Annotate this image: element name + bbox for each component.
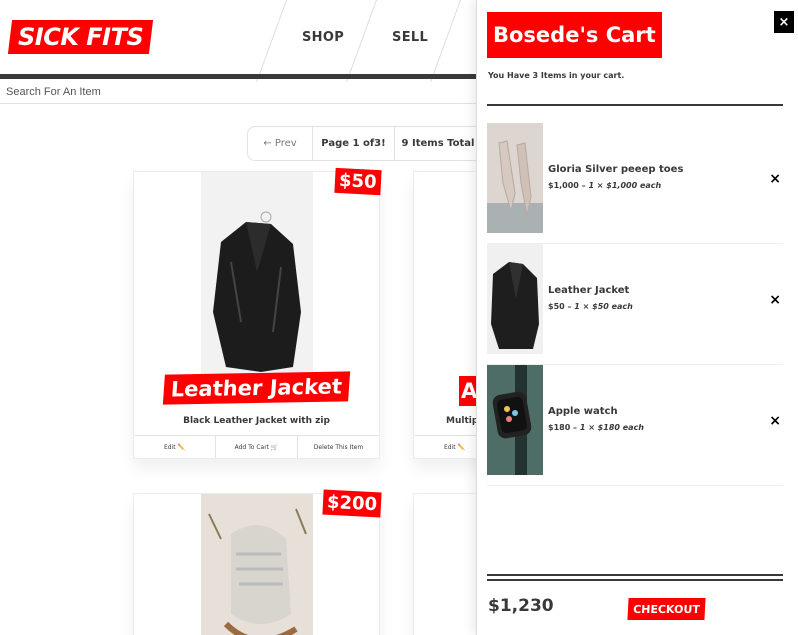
divider xyxy=(487,579,783,581)
remove-item-button[interactable]: × xyxy=(769,292,781,308)
prev-page-link[interactable]: ← Prev xyxy=(248,127,313,160)
divider xyxy=(487,574,783,576)
cart-item-image xyxy=(487,365,543,475)
delete-button[interactable]: Delete This Item xyxy=(298,436,379,458)
cart-title: Bosede's Cart xyxy=(487,12,662,58)
add-to-cart-button[interactable]: Add To Cart 🛒 xyxy=(216,436,298,458)
cart-item-price-value: $180 xyxy=(548,423,571,432)
cart-panel: Bosede's Cart × You Have 3 Items in your… xyxy=(476,0,798,635)
product-image[interactable] xyxy=(201,494,313,635)
product-actions: Edit ✏️ Add To Cart 🛒 Delete This Item xyxy=(134,435,379,458)
cart-item-price: $1,000 – 1 × $1,000 each xyxy=(548,181,662,190)
cart-item-price-value: $1,000 xyxy=(548,181,579,190)
cart-item-price-value: $50 xyxy=(548,302,565,311)
price-tag: $200 xyxy=(322,489,382,518)
cart-item-price-detail: 1 × $1,000 each xyxy=(588,181,662,190)
cart-item-price-detail: 1 × $50 each xyxy=(574,302,633,311)
cart-item-name: Leather Jacket xyxy=(548,285,630,296)
cart-item-count: You Have 3 Items in your cart. xyxy=(488,71,625,80)
logo[interactable]: SICK FITS xyxy=(7,20,154,54)
cart-item-image xyxy=(487,244,543,354)
checkout-button[interactable]: CHECKOUT xyxy=(627,598,706,620)
page: SICK FITS SHOP SELL ORDERS Search For An… xyxy=(0,0,798,635)
cart-item-price: $180 – 1 × $180 each xyxy=(548,423,644,432)
product-title-text: Leather Jacket xyxy=(162,371,351,405)
cart-item-name: Gloria Silver peeep toes xyxy=(548,164,684,175)
cart-item-price-detail: 1 × $180 each xyxy=(579,423,644,432)
close-icon[interactable]: × xyxy=(774,11,794,33)
product-description: Multip xyxy=(446,416,479,426)
nav-item-sell[interactable]: SELL xyxy=(368,0,452,74)
product-description: Black Leather Jacket with zip xyxy=(183,416,330,426)
remove-item-button[interactable]: × xyxy=(769,171,781,187)
cart-total: $1,230 xyxy=(488,596,554,616)
cart-item-name: Apple watch xyxy=(548,406,618,417)
cart-item-image xyxy=(487,123,543,233)
cart-item: Apple watch $180 – 1 × $180 each × xyxy=(487,365,783,486)
logo-text: SICK FITS xyxy=(18,23,144,51)
product-image[interactable] xyxy=(201,172,313,377)
items-total: 9 Items Total xyxy=(401,138,475,149)
cart-item: Leather Jacket $50 – 1 × $50 each × xyxy=(487,244,783,365)
remove-item-button[interactable]: × xyxy=(769,413,781,429)
page-indicator: Page 1 of3! xyxy=(313,127,395,160)
cart-item-price: $50 – 1 × $50 each xyxy=(548,302,633,311)
product-title[interactable]: Leather Jacket xyxy=(134,371,379,405)
divider xyxy=(487,104,783,106)
nav-item-shop[interactable]: SHOP xyxy=(278,0,368,74)
product-card: $200 xyxy=(133,489,382,635)
pagination: ← Prev Page 1 of3! 9 Items Total xyxy=(247,126,482,161)
price-tag: $50 xyxy=(334,167,382,196)
product-card: $50 Leather Jacket Black Leather Jacket … xyxy=(133,167,382,459)
edit-button[interactable]: Edit ✏️ xyxy=(134,436,216,458)
cart-item: Gloria Silver peeep toes $1,000 – 1 × $1… xyxy=(487,123,783,244)
